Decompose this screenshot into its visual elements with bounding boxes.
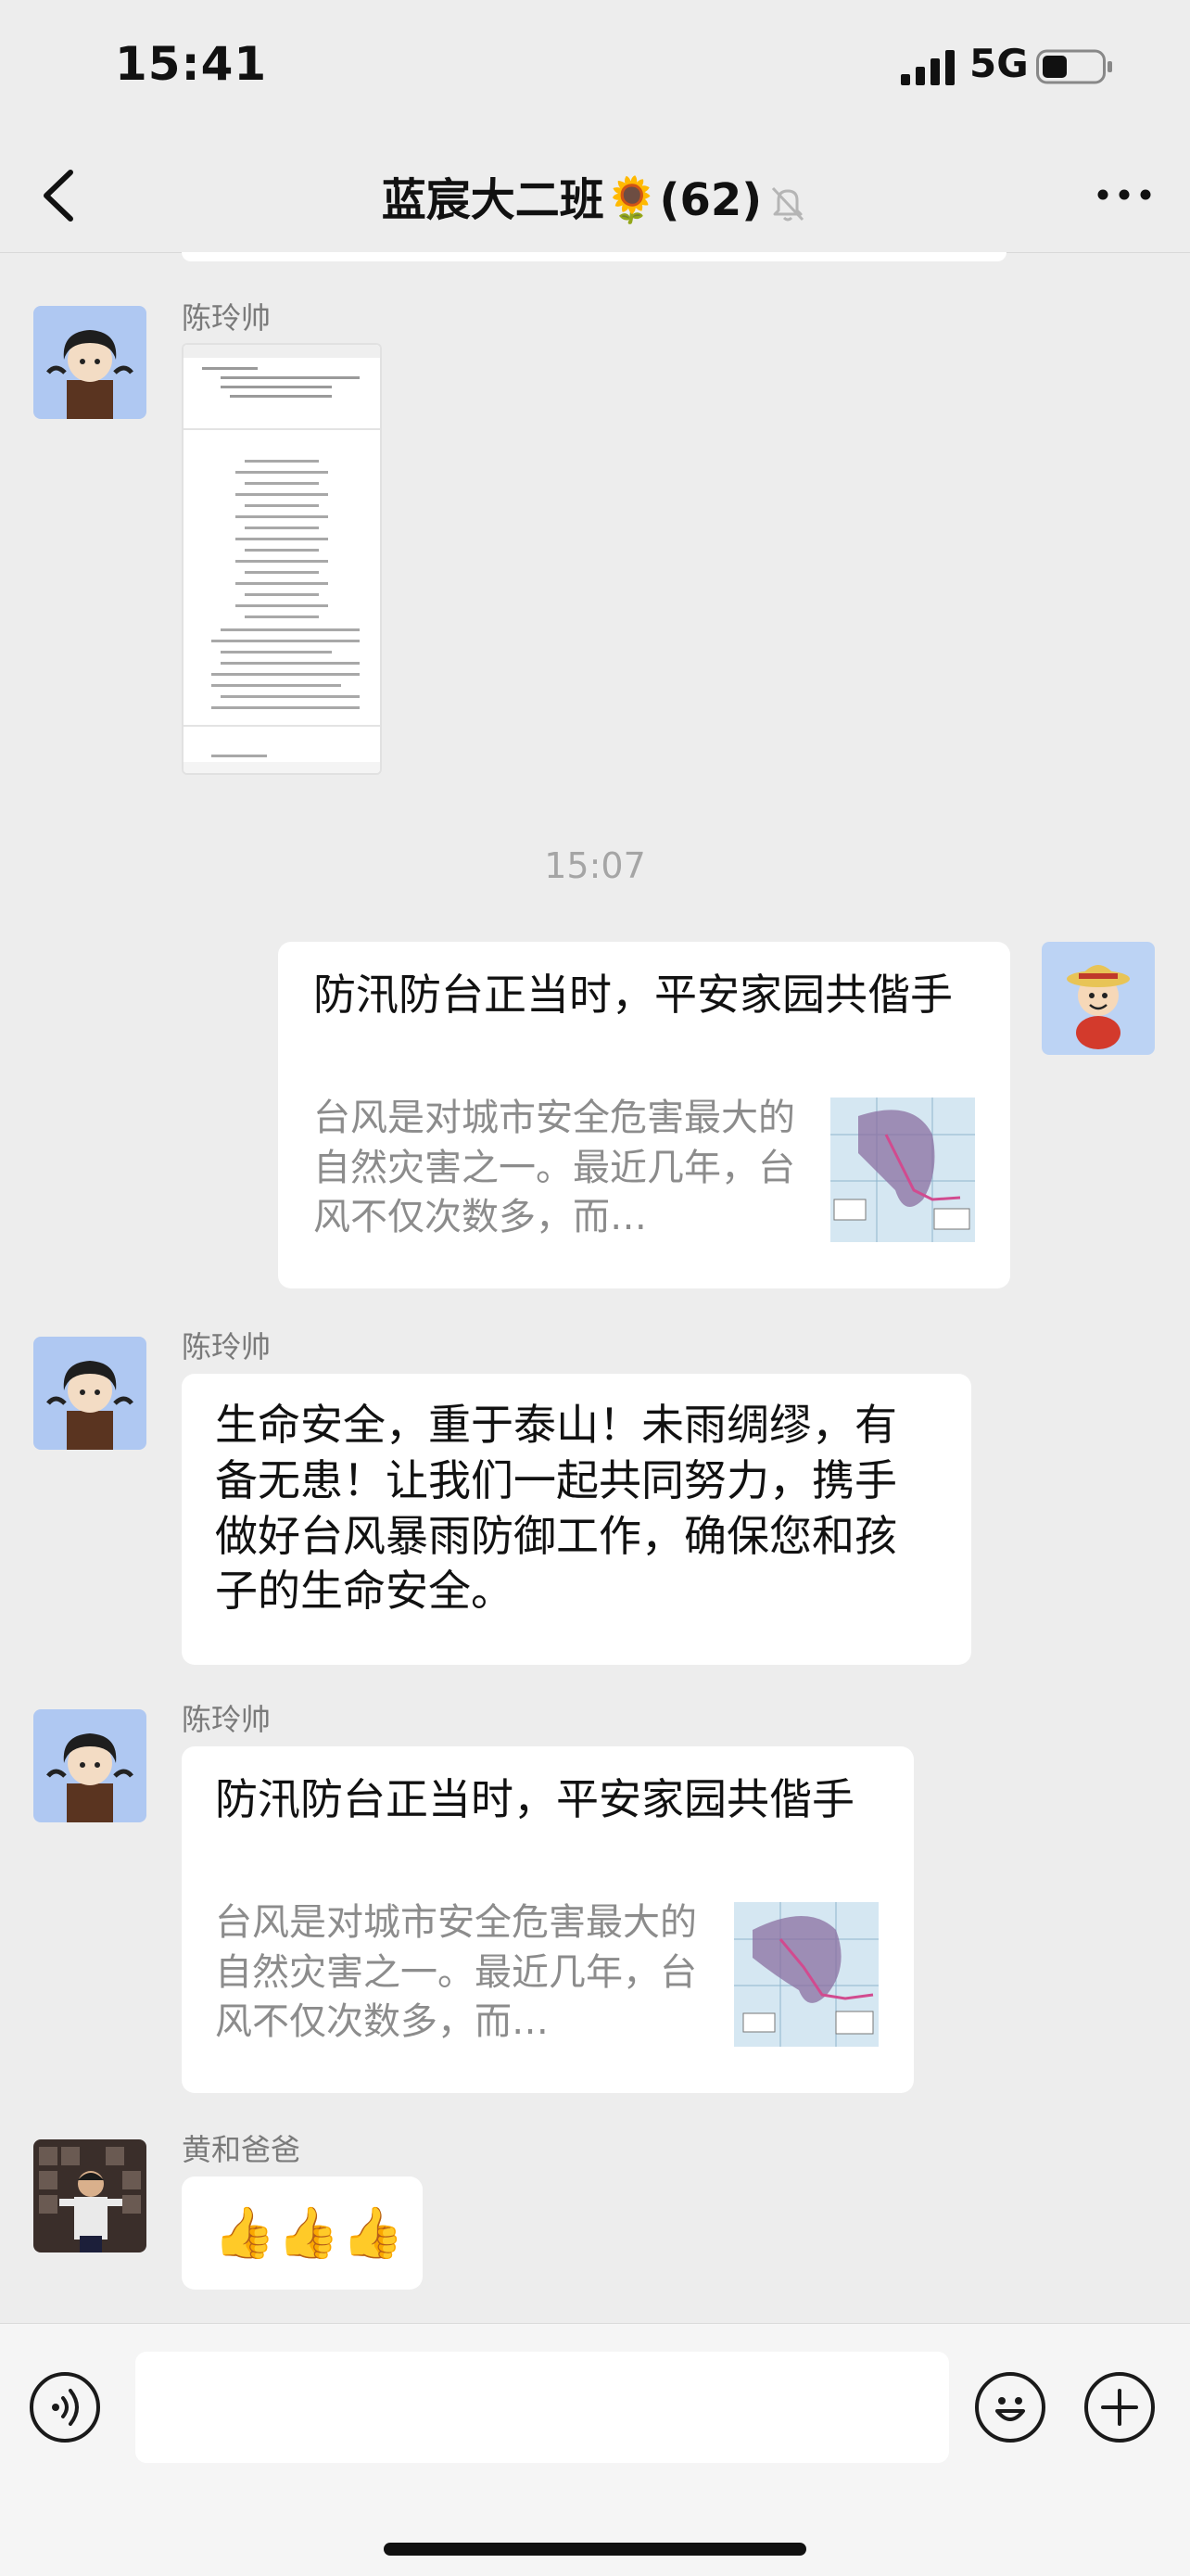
mute-bell-icon [772,186,804,222]
more-icon[interactable] [1095,176,1153,213]
home-indicator[interactable] [384,2543,806,2556]
voice-icon [52,2389,79,2426]
add-button[interactable] [1084,2372,1155,2443]
chat-title-text: 蓝宸大二班🌻(62) [381,174,763,226]
input-bar [0,2323,1190,2576]
sender-name: 黄和爸爸 [182,2132,301,2167]
typhoon-map-image [830,1098,975,1242]
status-bar: 15:41 5G [0,0,1190,139]
avatar[interactable] [33,1709,146,1822]
link-card-description: 台风是对城市安全危害最大的自然灾害之一。最近几年，台风不仅次数多，而… [313,1097,795,1239]
add-icon [1101,2389,1138,2426]
sender-name: 陈玲帅 [182,1702,272,1737]
my-avatar[interactable] [1042,942,1155,1055]
avatar[interactable] [33,2139,146,2252]
previous-message-bubble [182,252,1006,261]
avatar-teacher-image [33,1337,146,1450]
link-card-bubble[interactable]: 防汛防台正当时，平安家园共偕手 台风是对城市安全危害最大的自然灾害之一。最近几年… [278,942,1010,1288]
sender-name: 陈玲帅 [182,1329,272,1364]
link-card-bubble[interactable]: 防汛防台正当时，平安家园共偕手 台风是对城市安全危害最大的自然灾害之一。最近几年… [182,1746,914,2093]
emoji-icon [995,2397,1025,2421]
link-card-title: 防汛防台正当时，平安家园共偕手 [313,970,953,1020]
chat-area[interactable]: 陈玲帅 15:07 防汛防台正当时，平安家园共偕手 台风是对城市安全危害最大的自… [0,252,1190,2323]
avatar[interactable] [33,306,146,419]
link-card-description: 台风是对城市安全危害最大的自然灾害之一。最近几年，台风不仅次数多，而… [215,1901,697,2044]
link-card-thumbnail [734,1902,879,2047]
status-time: 15:41 [115,37,268,91]
nav-bar: 蓝宸大二班🌻(62) [0,139,1190,253]
text-message-bubble[interactable]: 生命安全，重于泰山！未雨绸缪，有备无患！让我们一起共同努力，携手做好台风暴雨防御… [182,1374,971,1665]
avatar[interactable] [33,1337,146,1450]
network-type: 5G [969,41,1029,86]
document-screenshot-image[interactable] [182,343,382,775]
avatar-photo-image [33,2139,146,2252]
message-input[interactable] [135,2352,949,2463]
avatar-teacher-image [33,306,146,419]
avatar-teacher-image [33,1709,146,1822]
emoji-message-bubble[interactable]: 👍👍👍 [182,2176,423,2290]
battery-icon [1036,49,1112,84]
avatar-cartoon-image [1042,942,1155,1055]
typhoon-map-image [734,1902,879,2047]
voice-button[interactable] [30,2372,100,2443]
link-card-thumbnail [830,1098,975,1242]
document-lines-graphic [184,345,380,773]
sender-name: 陈玲帅 [182,300,272,336]
emoji-button[interactable] [975,2372,1045,2443]
timestamp: 15:07 [544,845,646,886]
chat-title: 蓝宸大二班🌻(62) [0,163,1190,228]
signal-icon [901,50,955,85]
link-card-title: 防汛防台正当时，平安家园共偕手 [215,1774,855,1824]
